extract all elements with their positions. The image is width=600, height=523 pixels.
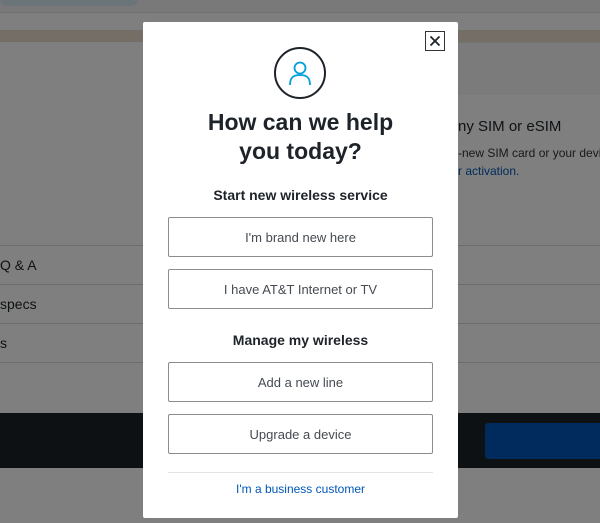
dialog-title-line1: How can we help	[207, 109, 394, 135]
upgrade-device-button[interactable]: Upgrade a device	[168, 414, 433, 454]
section-manage-wireless: Manage my wireless	[232, 332, 369, 348]
dialog-title-line2: you today?	[239, 138, 362, 164]
close-icon	[429, 35, 441, 47]
help-dialog: How can we help you today? Start new wir…	[143, 22, 458, 518]
add-line-button[interactable]: Add a new line	[168, 362, 433, 402]
avatar	[274, 47, 326, 99]
divider	[168, 472, 433, 473]
close-button[interactable]	[425, 31, 445, 51]
section-start-new-service: Start new wireless service	[213, 187, 388, 203]
att-internet-tv-button[interactable]: I have AT&T Internet or TV	[168, 269, 433, 309]
brand-new-button[interactable]: I'm brand new here	[168, 217, 433, 257]
person-icon	[289, 61, 311, 86]
dialog-title: How can we help you today?	[143, 108, 458, 166]
business-customer-link[interactable]: I'm a business customer	[143, 482, 458, 496]
